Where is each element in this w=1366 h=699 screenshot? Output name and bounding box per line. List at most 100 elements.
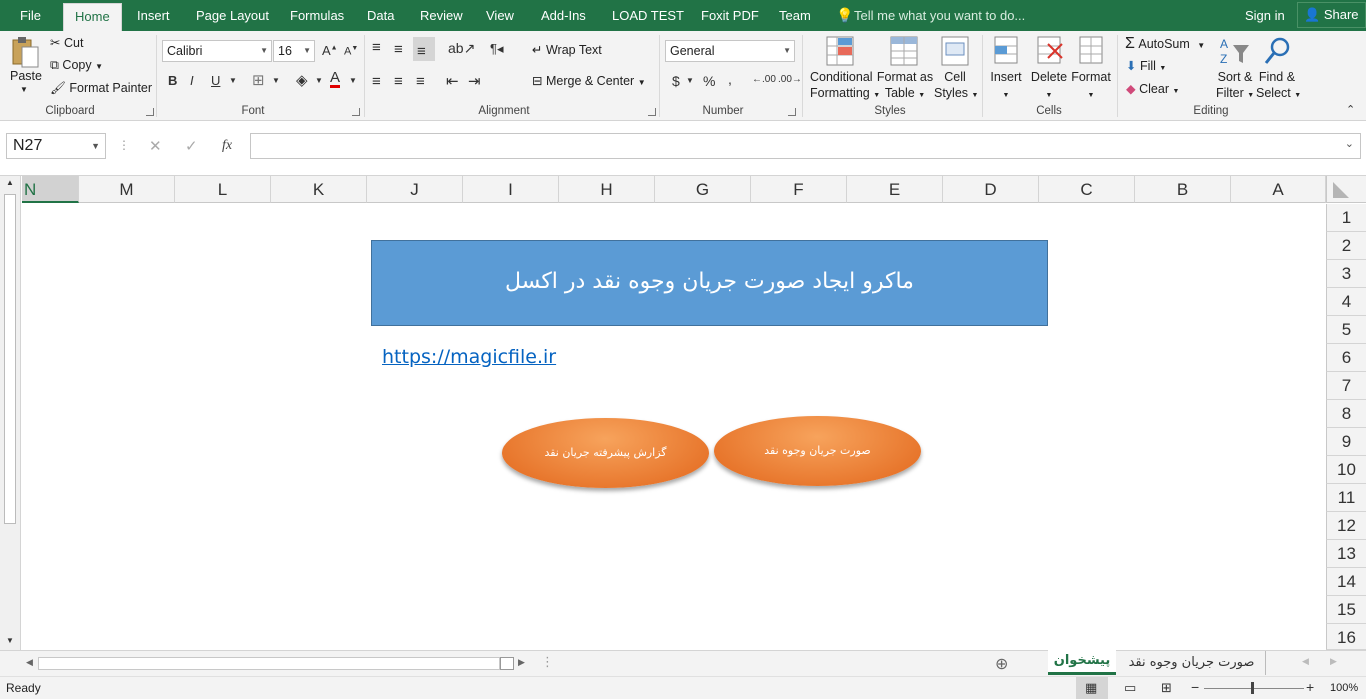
align-center-icon[interactable]: ≡ [394,73,403,90]
tab-addins[interactable]: Add-Ins [541,0,586,31]
column-header[interactable]: C [1039,176,1135,203]
sheet-tab-cashflow[interactable]: صورت جریان وجوه نقد [1118,651,1266,675]
rtl-direction-icon[interactable]: ¶◂ [490,41,504,57]
alignment-launcher-icon[interactable] [648,108,656,116]
row-header[interactable]: 11 [1326,484,1366,512]
tab-foxit-pdf[interactable]: Foxit PDF [701,0,759,31]
align-left-icon[interactable]: ≡ [372,73,381,90]
row-header[interactable]: 5 [1326,316,1366,344]
page-layout-view-icon[interactable]: ▭ [1124,680,1136,696]
column-header[interactable]: B [1135,176,1231,203]
prev-sheet-icon[interactable]: ◀ [1302,656,1309,667]
row-header[interactable]: 13 [1326,540,1366,568]
normal-view-button[interactable]: ▦ [1076,677,1108,699]
tab-team[interactable]: Team [779,0,811,31]
wrap-text-button[interactable]: ↵ Wrap Text [532,42,602,57]
increase-indent-icon[interactable]: ⇥ [468,72,481,90]
align-right-icon[interactable]: ≡ [416,73,425,90]
row-header[interactable]: 10 [1326,456,1366,484]
paste-button[interactable]: Paste [10,69,42,83]
fill-color-icon[interactable]: ◈ [296,71,308,89]
clear-button[interactable]: ◆ Clear ▼ [1126,81,1179,96]
name-box[interactable]: N27 ▼ [6,133,106,159]
cashflow-statement-button[interactable]: صورت جریان وجوه نقد [714,416,921,486]
zoom-out-icon[interactable]: − [1191,679,1199,695]
chevron-down-icon[interactable]: ▼ [272,76,280,85]
number-format-select[interactable]: General ▼ [665,40,795,62]
scroll-left-icon[interactable]: ◀ [26,657,33,668]
find-select-button[interactable]: Find & Select ▼ [1256,69,1301,104]
chevron-down-icon[interactable]: ▼ [229,76,237,85]
column-header[interactable]: G [655,176,751,203]
sort-filter-button[interactable]: Sort & Filter ▼ [1216,69,1254,104]
chevron-down-icon[interactable]: ▼ [686,76,694,85]
formula-input[interactable]: ⌄ [250,133,1361,159]
autosum-button[interactable]: Σ AutoSum ▼ [1125,35,1205,53]
chevron-down-icon[interactable]: ▼ [349,76,357,85]
split-handle-icon[interactable]: ⋮ [541,654,554,670]
increase-font-icon[interactable]: A▲ [322,43,338,58]
row-header[interactable]: 8 [1326,400,1366,428]
column-header[interactable]: N [22,176,79,203]
underline-button[interactable]: U [211,73,220,88]
row-header[interactable]: 12 [1326,512,1366,540]
insert-cells-button[interactable]: Insert ▼ [988,69,1024,104]
font-color-icon[interactable]: A [330,70,341,88]
sign-in-link[interactable]: Sign in [1245,0,1285,31]
chevron-down-icon[interactable]: ▼ [315,76,323,85]
italic-button[interactable]: I [190,73,194,88]
zoom-slider[interactable] [1204,688,1304,689]
column-header[interactable]: J [367,176,463,203]
title-banner[interactable]: ماکرو ایجاد صورت جریان وجوه نقد در اکسل [371,240,1048,326]
tab-load-test[interactable]: LOAD TEST [612,0,684,31]
font-launcher-icon[interactable] [352,108,360,116]
enter-icon[interactable]: ✓ [185,137,198,155]
currency-icon[interactable]: $ [672,73,680,89]
paste-dropdown-icon[interactable]: ▼ [20,85,28,94]
sheet-tab-dashboard[interactable]: پیشخوان [1048,650,1116,675]
column-header[interactable]: M [79,176,175,203]
tab-data[interactable]: Data [367,0,394,31]
cell-styles-button[interactable]: Cell Styles ▼ [934,69,978,104]
vertical-scroll-thumb[interactable] [4,194,16,524]
decrease-indent-icon[interactable]: ⇤ [446,72,459,90]
collapse-ribbon-icon[interactable]: ⌃ [1346,103,1355,116]
tell-me-input[interactable]: Tell me what you want to do... [854,0,1025,31]
align-top-icon[interactable]: ≡ [372,39,381,56]
column-header[interactable]: F [751,176,847,203]
column-header[interactable]: K [271,176,367,203]
vertical-scrollbar[interactable]: ▲ ▼ [0,176,21,650]
align-middle-icon[interactable]: ≡ [394,41,403,58]
font-name-select[interactable]: Calibri ▼ [162,40,272,62]
font-size-select[interactable]: 16 ▼ [273,40,315,62]
zoom-in-icon[interactable]: + [1306,679,1314,695]
borders-icon[interactable]: ⊞ [252,71,265,89]
row-header[interactable]: 1 [1326,204,1366,232]
tab-review[interactable]: Review [420,0,463,31]
format-painter-button[interactable]: 🖌 Format Painter [50,81,152,96]
column-header[interactable]: I [463,176,559,203]
cut-button[interactable]: ✂ Cut [50,35,83,50]
decrease-font-icon[interactable]: A▼ [344,45,358,58]
fill-button[interactable]: ⬇ Fill ▼ [1126,58,1166,73]
comma-style-icon[interactable]: , [728,71,732,87]
copy-button[interactable]: ⧉ Copy ▼ [50,58,103,73]
column-header[interactable]: L [175,176,271,203]
scroll-down-icon[interactable]: ▼ [6,636,14,645]
decrease-decimal-icon[interactable]: .00→ [778,74,802,85]
row-header[interactable]: 16 [1326,624,1366,650]
horizontal-scroll-thumb[interactable] [500,657,514,670]
tab-page-layout[interactable]: Page Layout [196,0,269,31]
format-as-table-button[interactable]: Format as Table ▼ [876,69,934,104]
cancel-icon[interactable]: ✕ [149,137,162,155]
number-launcher-icon[interactable] [788,108,796,116]
column-header[interactable]: E [847,176,943,203]
row-header[interactable]: 3 [1326,260,1366,288]
tab-file[interactable]: File [20,0,41,31]
page-break-view-icon[interactable]: ⊞ [1161,680,1172,696]
clipboard-launcher-icon[interactable] [146,108,154,116]
expand-formula-icon[interactable]: ⌄ [1345,137,1354,150]
delete-cells-button[interactable]: Delete ▼ [1030,69,1068,104]
next-sheet-icon[interactable]: ▶ [1330,656,1337,667]
advanced-cashflow-report-button[interactable]: گزارش پیشرفته جریان نقد [502,418,709,488]
